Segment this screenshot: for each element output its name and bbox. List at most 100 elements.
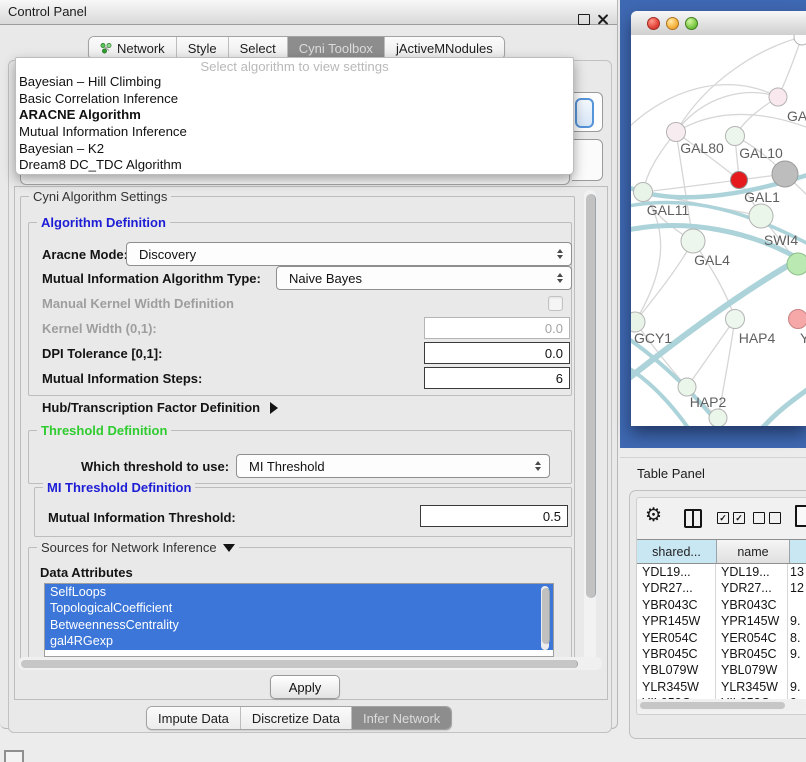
network-edge	[643, 132, 676, 192]
node-label: GAL	[787, 108, 806, 124]
float-window-button[interactable]	[578, 14, 590, 25]
screen: Control Panel Network Style Select Cyni Too…	[0, 0, 806, 762]
dropdown-item-bayesian-k2[interactable]: Bayesian – K2	[16, 141, 573, 158]
node-label: HAP2	[690, 394, 727, 410]
table-row[interactable]: YER054CYER054C8.	[637, 630, 806, 646]
attribute-item-topologicalcoefficient[interactable]: TopologicalCoefficient	[45, 600, 553, 616]
table-cell: YBL079W	[716, 662, 788, 678]
table-row[interactable]: YBR043CYBR043C	[637, 597, 806, 613]
minimized-panel-icon[interactable]	[4, 750, 24, 762]
network-node-gcy1[interactable]	[631, 312, 645, 332]
tab-impute-data[interactable]: Impute Data	[147, 707, 240, 729]
hub-definition-toggle[interactable]: Hub/Transcription Factor Definition	[42, 400, 278, 415]
table-cell: YPR145W	[637, 613, 716, 629]
settings-horizontal-scrollbar[interactable]	[18, 657, 602, 670]
table-row[interactable]: YLR345WYLR345W9.	[637, 679, 806, 695]
network-node-hap4[interactable]	[726, 310, 745, 329]
tab-style[interactable]: Style	[176, 37, 228, 59]
tab-label: Cyni Toolbox	[299, 41, 373, 56]
mi-steps-input[interactable]: 6	[424, 367, 570, 389]
settings-vertical-scrollbar[interactable]	[584, 190, 596, 660]
network-node-pink-right[interactable]	[789, 310, 806, 329]
tab-cyni-toolbox[interactable]: Cyni Toolbox	[287, 37, 384, 59]
which-threshold-select[interactable]: MI Threshold	[236, 454, 550, 478]
network-node-swi4[interactable]	[749, 204, 773, 228]
table-cell: YBR045C	[637, 646, 716, 662]
hidden-combobox-fragment-2[interactable]	[572, 139, 603, 181]
column-header-name[interactable]: name	[717, 540, 790, 563]
attribute-list-scrollbar[interactable]	[541, 586, 549, 650]
table-row[interactable]: YPR145WYPR145W9.	[637, 613, 806, 629]
network-canvas[interactable]: GALGAL80GAL10GAL1GAL11SWI4GAL4GCY1HAP4YH…	[631, 35, 806, 426]
network-node-gal4[interactable]	[681, 229, 705, 253]
tab-discretize-data[interactable]: Discretize Data	[240, 707, 351, 729]
dropdown-item-dream8-dc-tdc-algorithm[interactable]: Dream8 DC_TDC Algorithm	[16, 157, 573, 174]
new-table-icon[interactable]	[795, 505, 806, 527]
zoom-traffic-button[interactable]	[685, 17, 698, 30]
column-header-shared[interactable]: shared...	[637, 540, 717, 563]
dropdown-item-basic-correlation-inference[interactable]: Basic Correlation Inference	[16, 91, 573, 108]
gear-icon[interactable]: ⚙	[645, 505, 662, 527]
tab-jactivemnodules[interactable]: jActiveMNodules	[384, 37, 504, 59]
table-cell: YBR043C	[716, 597, 788, 613]
close-icon[interactable]	[597, 13, 609, 25]
network-node-gal10[interactable]	[726, 127, 745, 146]
column-layout-icon[interactable]	[684, 509, 702, 528]
sources-toggle[interactable]: Sources for Network Inference	[37, 540, 239, 555]
mi-threshold-input[interactable]: 0.5	[420, 505, 568, 527]
table-cell: YIL052C	[637, 695, 716, 699]
mi-steps-label: Mutual Information Steps:	[42, 371, 202, 386]
column-header-col2[interactable]	[790, 540, 806, 563]
network-node-gal1[interactable]	[731, 172, 748, 189]
network-edge	[635, 241, 693, 322]
control-panel-titlebar: Control Panel	[0, 0, 617, 25]
node-label: Y	[800, 330, 806, 346]
dpi-tolerance-input[interactable]: 0.0	[424, 342, 570, 364]
network-node-green-right[interactable]	[787, 253, 806, 275]
attribute-item-gal4rgexp[interactable]: gal4RGexp	[45, 633, 553, 649]
tab-label: Select	[240, 41, 276, 56]
table-cell: YER054C	[716, 630, 788, 646]
network-node-gal-pink[interactable]	[769, 88, 787, 106]
attribute-item-selfloops[interactable]: SelfLoops	[45, 584, 553, 600]
table-row[interactable]: YIL052CYIL052C9	[637, 695, 806, 699]
minimize-traffic-button[interactable]	[666, 17, 679, 30]
dropdown-item-bayesian-hill-climbing[interactable]: Bayesian – Hill Climbing	[16, 74, 573, 91]
select-all-columns-icon[interactable]: ✓✓	[717, 512, 745, 524]
table-row[interactable]: YBL079WYBL079W	[637, 662, 806, 678]
dropdown-item-mutual-information-inference[interactable]: Mutual Information Inference	[16, 124, 573, 141]
dropdown-item-aracne-algorithm[interactable]: ARACNE Algorithm	[16, 107, 573, 124]
attribute-list[interactable]: SelfLoopsTopologicalCoefficientBetweenne…	[44, 583, 554, 657]
deselect-all-columns-icon[interactable]	[753, 512, 781, 524]
network-view-window: GALGAL80GAL10GAL1GAL11SWI4GAL4GCY1HAP4YH…	[631, 11, 806, 426]
table-row[interactable]: YBR045CYBR045C9.	[637, 646, 806, 662]
mi-threshold-label: Mutual Information Threshold:	[48, 510, 236, 525]
apply-button[interactable]: Apply	[270, 675, 340, 699]
table-cell: YER054C	[637, 630, 716, 646]
network-node-gal80[interactable]	[667, 123, 686, 142]
network-node-top-right[interactable]	[794, 35, 806, 45]
table-header: shared...name	[637, 539, 806, 564]
combobox-spinner-button[interactable]	[575, 98, 594, 128]
aracne-mode-label: Aracne Mode:	[42, 247, 128, 262]
tab-label: Style	[188, 41, 217, 56]
close-traffic-button[interactable]	[647, 17, 660, 30]
sources-title: Sources for Network Inference	[41, 540, 217, 555]
network-node-gray[interactable]	[772, 161, 798, 187]
manual-kernel-checkbox[interactable]	[548, 296, 563, 311]
hub-definition-label: Hub/Transcription Factor Definition	[42, 400, 260, 415]
network-node-bottom[interactable]	[709, 409, 727, 426]
kernel-width-input[interactable]: 0.0	[424, 317, 570, 339]
table-row[interactable]: YDL19...YDL19...13	[637, 564, 806, 580]
tab-infer-network[interactable]: Infer Network	[351, 707, 451, 729]
window-title: Control Panel	[8, 4, 87, 19]
network-edge-highlighted	[631, 257, 803, 383]
tab-network[interactable]: Network	[89, 37, 176, 59]
table-row[interactable]: YDR27...YDR27...12	[637, 580, 806, 596]
table-horizontal-scrollbar[interactable]	[637, 700, 806, 711]
tab-select[interactable]: Select	[228, 37, 287, 59]
network-node-gal11[interactable]	[634, 183, 653, 202]
mi-algorithm-type-select[interactable]: Naive Bayes	[276, 266, 572, 290]
attribute-item-betweennesscentrality[interactable]: BetweennessCentrality	[45, 617, 553, 633]
aracne-mode-select[interactable]: Discovery	[126, 242, 572, 266]
